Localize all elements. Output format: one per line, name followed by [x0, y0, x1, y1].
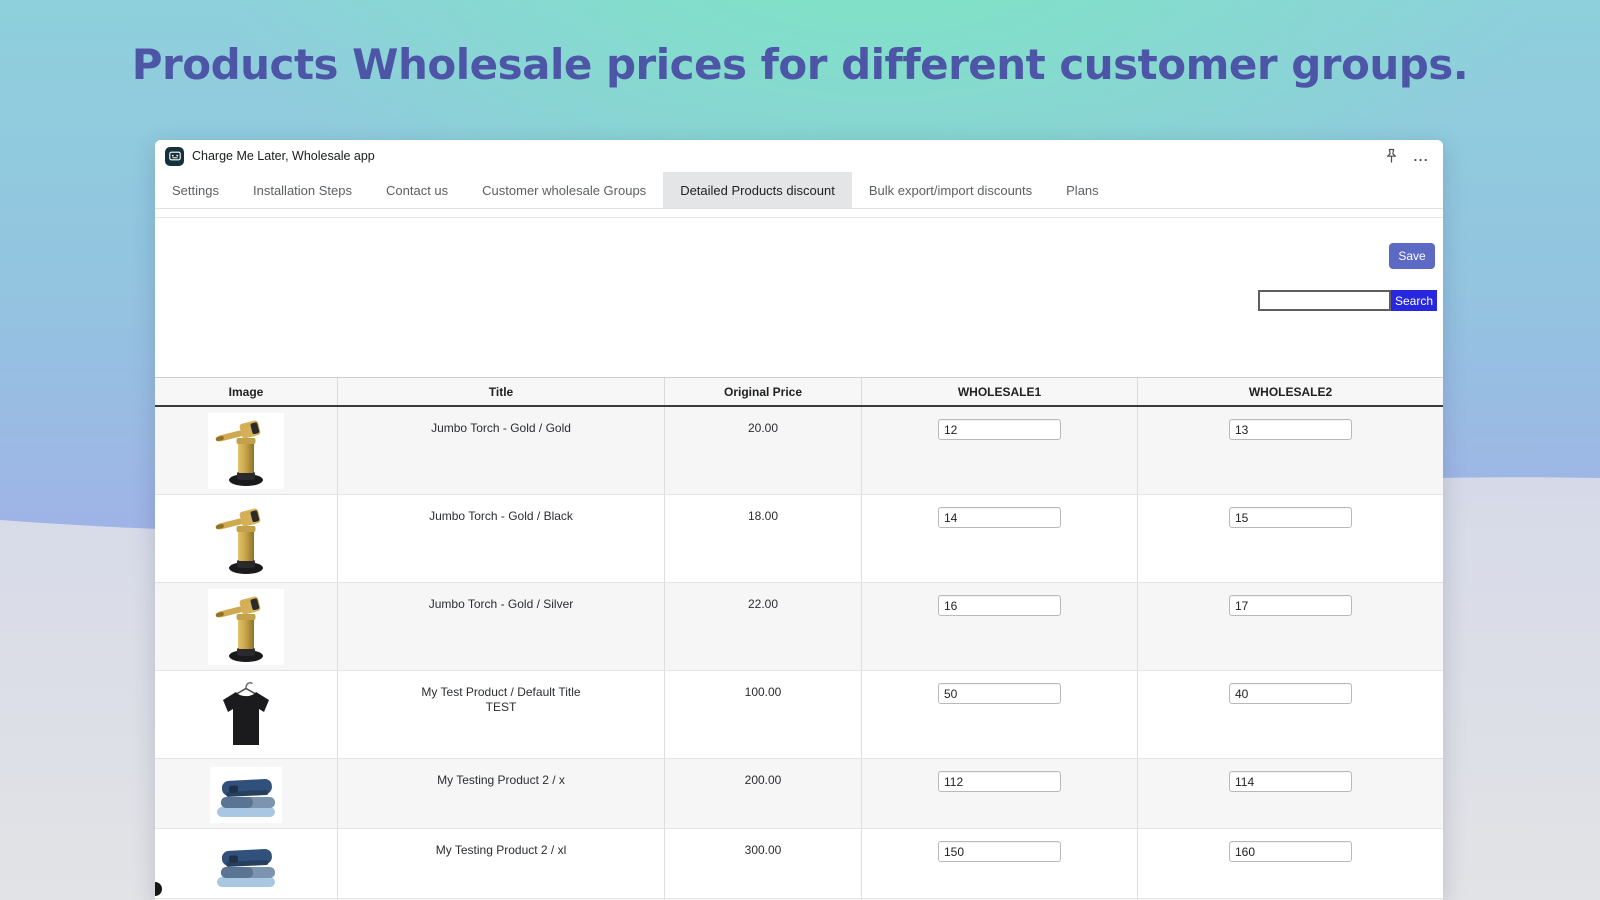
wholesale2-input[interactable]	[1229, 771, 1352, 792]
window-header: Charge Me Later, Wholesale app ...	[155, 140, 1443, 172]
tab-bar: SettingsInstallation StepsContact usCust…	[155, 172, 1443, 209]
search-button[interactable]: Search	[1391, 290, 1437, 311]
table-row: My Test Product / Default Title TEST 100…	[155, 671, 1443, 759]
wholesale2-input[interactable]	[1229, 507, 1352, 528]
tab-detailed-products-discount[interactable]: Detailed Products discount	[663, 172, 852, 208]
tab-installation-steps[interactable]: Installation Steps	[236, 172, 369, 208]
tab-settings[interactable]: Settings	[155, 172, 236, 208]
column-header-title: Title	[338, 378, 665, 405]
wholesale2-input[interactable]	[1229, 683, 1352, 704]
tab-customer-wholesale-groups[interactable]: Customer wholesale Groups	[465, 172, 663, 208]
product-title: Jumbo Torch - Gold / Silver	[338, 597, 664, 612]
wholesale1-input[interactable]	[938, 595, 1061, 616]
original-price: 300.00	[665, 829, 862, 898]
save-button[interactable]: Save	[1389, 243, 1435, 269]
wholesale2-input[interactable]	[1229, 841, 1352, 862]
gold-torch-photo	[208, 501, 284, 577]
product-title: Jumbo Torch - Gold / Gold	[338, 421, 664, 436]
app-window: Charge Me Later, Wholesale app ... Setti…	[155, 140, 1443, 900]
original-price: 200.00	[665, 759, 862, 828]
charge-me-later-app-icon	[165, 147, 184, 166]
table-row: Jumbo Torch - Gold / Silver 22.00	[155, 583, 1443, 671]
wholesale1-input[interactable]	[938, 683, 1061, 704]
folded-jeans-photo	[210, 837, 282, 893]
divider	[155, 217, 1443, 218]
product-title: My Testing Product 2 / xl	[338, 843, 664, 858]
table-row: Jumbo Torch - Gold / Black 18.00	[155, 495, 1443, 583]
search-input[interactable]	[1258, 290, 1391, 311]
gold-torch-photo	[208, 589, 284, 665]
original-price: 100.00	[665, 671, 862, 758]
black-tshirt-photo	[208, 677, 284, 753]
product-subtitle: TEST	[338, 700, 664, 715]
content-area: Save Search Image Title Original Price W…	[155, 209, 1443, 900]
ellipsis-icon[interactable]: ...	[1414, 149, 1429, 164]
table-header-row: Image Title Original Price WHOLESALE1 WH…	[155, 377, 1443, 407]
gold-torch-photo	[208, 413, 284, 489]
page-title: Products Wholesale prices for different …	[0, 40, 1600, 89]
products-table: Image Title Original Price WHOLESALE1 WH…	[155, 377, 1443, 900]
original-price: 22.00	[665, 583, 862, 670]
product-title: Jumbo Torch - Gold / Black	[338, 509, 664, 524]
column-header-image: Image	[155, 378, 338, 405]
wholesale1-input[interactable]	[938, 841, 1061, 862]
column-header-original-price: Original Price	[665, 378, 862, 405]
product-title: My Testing Product 2 / x	[338, 773, 664, 788]
table-body: Jumbo Torch - Gold / Gold 20.00	[155, 407, 1443, 900]
wholesale1-input[interactable]	[938, 419, 1061, 440]
tab-bulk-export-import-discounts[interactable]: Bulk export/import discounts	[852, 172, 1049, 208]
tab-plans[interactable]: Plans	[1049, 172, 1116, 208]
column-header-wholesale1: WHOLESALE1	[862, 378, 1138, 405]
column-header-wholesale2: WHOLESALE2	[1138, 378, 1443, 405]
pushpin-icon[interactable]	[1385, 148, 1398, 164]
product-title: My Test Product / Default Title	[338, 685, 664, 700]
original-price: 18.00	[665, 495, 862, 582]
wholesale1-input[interactable]	[938, 771, 1061, 792]
table-row: My Testing Product 2 / xl 300.00	[155, 829, 1443, 899]
wholesale2-input[interactable]	[1229, 419, 1352, 440]
wholesale1-input[interactable]	[938, 507, 1061, 528]
original-price: 20.00	[665, 407, 862, 494]
table-row: Jumbo Torch - Gold / Gold 20.00	[155, 407, 1443, 495]
folded-jeans-photo	[210, 767, 282, 823]
app-title: Charge Me Later, Wholesale app	[192, 149, 1385, 163]
tab-contact-us[interactable]: Contact us	[369, 172, 465, 208]
table-row: My Testing Product 2 / x 200.00	[155, 759, 1443, 829]
wholesale2-input[interactable]	[1229, 595, 1352, 616]
